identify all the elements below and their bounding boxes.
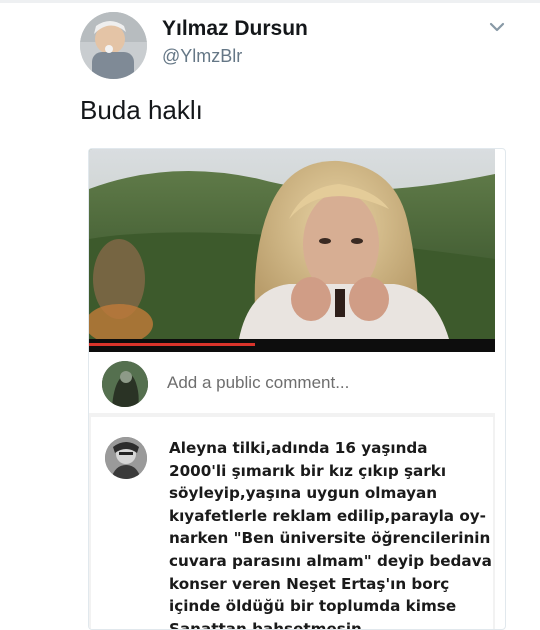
- video-frame[interactable]: [89, 149, 495, 339]
- tweet-text: Buda haklı: [80, 95, 203, 125]
- comment-line: 2000'li şımarık bir kız çıkıp şarkı: [169, 461, 447, 480]
- comment-line: cuvara parasını almam" deyip bedava: [169, 551, 492, 570]
- comment-line: kıyafetlerle reklam edilip,parayla oy-: [169, 506, 486, 525]
- chevron-down-icon[interactable]: [486, 16, 508, 38]
- author-handle[interactable]: @YlmzBlr: [162, 46, 242, 67]
- author-display-name[interactable]: Yılmaz Dursun: [162, 17, 308, 41]
- author-avatar[interactable]: [80, 12, 147, 79]
- comment-line: narken "Ben üniversite öğrencilerinin: [169, 529, 491, 548]
- video-progress-fill: [89, 343, 256, 346]
- comment-item: Aleyna tilki,adında 16 yaşında 2000'li ş…: [91, 417, 493, 630]
- comment-line: konser veren Neşet Ertaş'ın borç: [169, 574, 450, 593]
- comment-line: söyleyip,yaşına uygun olmayan: [169, 484, 438, 503]
- comment-line: Sanattan bahsetmesin: [169, 619, 362, 630]
- commenter-avatar[interactable]: [105, 437, 147, 479]
- video-progress-bar[interactable]: [89, 339, 495, 352]
- comments-area: Aleyna tilki,adında 16 yaşında 2000'li ş…: [89, 413, 495, 630]
- comment-line: Aleyna tilki,adında 16 yaşında: [169, 439, 428, 457]
- add-comment-input[interactable]: Add a public comment...: [167, 373, 349, 393]
- add-comment-row: Add a public comment...: [89, 353, 495, 411]
- comment-text: Aleyna tilki,adında 16 yaşında 2000'li ş…: [169, 437, 492, 630]
- current-user-avatar: [102, 361, 148, 407]
- media-card: Add a public comment... Aleyna tilki,adı…: [88, 148, 506, 630]
- comment-line: içinde öldüğü bir toplumda kimse: [169, 597, 457, 616]
- tweet-header: Yılmaz Dursun @YlmzBlr: [0, 0, 540, 90]
